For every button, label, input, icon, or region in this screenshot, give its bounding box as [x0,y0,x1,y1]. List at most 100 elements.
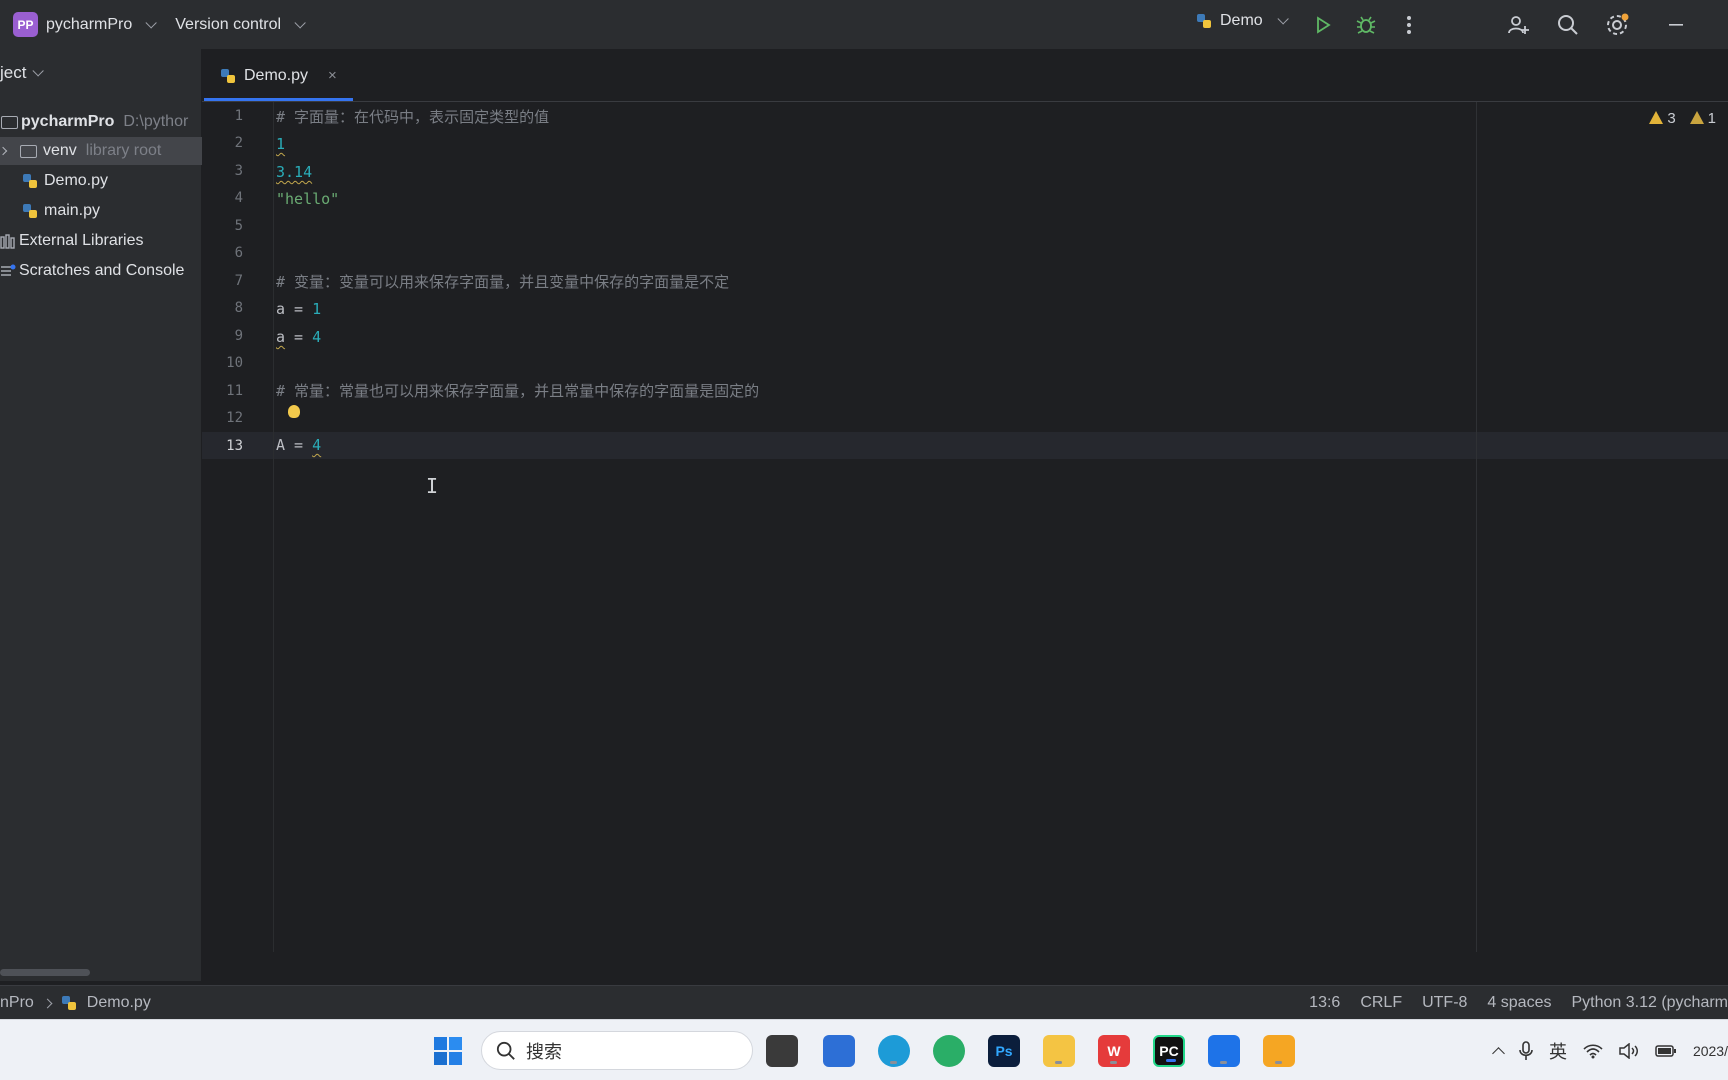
run-config-selector[interactable]: Demo [1196,12,1289,30]
start-button[interactable] [432,1035,464,1067]
python-file-icon [23,174,37,188]
python-file-icon [61,996,76,1010]
tree-item-venv[interactable]: venv library root [0,137,202,165]
line-number: 11 [226,383,243,399]
identifier: A [276,436,286,454]
breadcrumb-file[interactable]: Demo.py [87,994,151,1012]
lightbulb-icon[interactable] [288,405,300,418]
volume-icon[interactable] [1619,1043,1639,1059]
pycharm-window: PP pycharmPro Version control Demo ject … [0,0,1728,1080]
chevron-down-icon [145,16,158,29]
current-line-highlight [202,432,1728,459]
chevron-up-icon[interactable] [1492,1047,1505,1060]
ime-indicator[interactable]: 英 [1549,1038,1567,1064]
minimize-icon [1669,24,1683,26]
chevron-down-icon [1277,13,1289,25]
tab-label: Demo.py [244,66,309,84]
right-margin-guide [1476,102,1477,952]
text-cursor-icon: I [426,474,439,498]
tree-item-pycharmpro[interactable]: pycharmPro D:\pythor [0,108,202,136]
more-actions-button[interactable] [1396,12,1422,38]
code-line-8: a = 1 [276,296,321,323]
code-with-me-button[interactable] [1505,12,1531,38]
line-number: 4 [234,190,243,206]
wechat-icon[interactable] [933,1035,965,1067]
settings-button[interactable] [1604,12,1630,38]
mail-icon[interactable] [823,1035,855,1067]
kebab-icon [1407,16,1411,34]
chevron-right-icon [42,998,53,1008]
python-icon [1197,14,1211,28]
photoshop-icon[interactable]: Ps [988,1035,1020,1067]
file-explorer-icon[interactable] [1043,1035,1075,1067]
code-line-1: # 字面量：在代码中，表示固定类型的值 [276,108,550,126]
wps-office-icon[interactable]: W [1098,1035,1130,1067]
tree-item-scratches[interactable]: Scratches and Console [0,257,202,285]
python-file-icon [23,204,37,218]
pycharm-icon[interactable]: PC [1153,1035,1185,1067]
breadcrumb-project[interactable]: nPro [0,994,34,1012]
project-switcher[interactable]: pycharmPro [46,15,158,34]
minimize-button[interactable] [1663,12,1689,38]
vcs-menu[interactable]: Version control [175,15,306,34]
status-widgets: 13:6 CRLF UTF-8 4 spaces Python 3.12 (py… [1309,994,1728,1012]
breadcrumb: nPro Demo.py [0,994,151,1012]
warnings-count: 3 [1649,110,1676,127]
line-number-gutter: 1 2 3 4 5 6 7 8 9 10 11 12 13 [202,102,274,952]
battery-icon[interactable] [1655,1043,1677,1059]
edge-browser-icon[interactable] [878,1035,910,1067]
tree-item-main-py[interactable]: main.py [0,197,202,225]
line-separator[interactable]: CRLF [1360,994,1402,1012]
python-file-icon [221,68,235,83]
tree-item-external-libraries[interactable]: External Libraries [0,227,202,255]
tree-item-label: pycharmPro [21,113,115,130]
windows-logo-icon [434,1037,462,1065]
inspection-widget[interactable]: 3 1 [1649,110,1716,127]
file-encoding[interactable]: UTF-8 [1422,994,1467,1012]
operator: = [285,328,313,346]
clock[interactable]: 2023/ [1693,1043,1728,1059]
search-button[interactable] [1555,12,1581,38]
number-literal: 4 [312,436,322,454]
project-badge[interactable]: PP [13,12,38,37]
project-name: pycharmPro [46,15,133,33]
debug-button[interactable] [1353,12,1379,38]
pinned-app-icon[interactable] [1263,1035,1295,1067]
taskbar-search[interactable]: 搜索 [481,1031,753,1070]
tree-item-demo-py[interactable]: Demo.py [0,167,202,195]
code-line-12: # 常量：常量也可以用来保存字面量，并且常量中保存的字面量是固定的 [276,382,760,400]
search-placeholder: 搜索 [526,1041,562,1062]
chevron-right-icon [0,146,8,156]
python-interpreter[interactable]: Python 3.12 (pycharm [1571,994,1728,1012]
indent-setting[interactable]: 4 spaces [1487,994,1551,1012]
code-editor[interactable]: 1 2 3 4 5 6 7 8 9 10 11 12 13 # 字面量：在代码中… [202,102,1728,952]
tree-item-label: External Libraries [19,232,144,249]
search-icon [1558,15,1578,35]
tree-item-label: Demo.py [44,172,109,189]
line-number-current: 13 [226,438,243,454]
windows-taskbar: 搜索 Ps W PC 英 2023/ [0,1019,1728,1080]
line-number: 2 [234,135,243,151]
task-view-icon[interactable] [766,1035,798,1067]
folder-icon [1,115,18,129]
project-panel-header[interactable]: ject [0,63,45,83]
close-icon[interactable]: × [328,67,337,84]
status-bar: nPro Demo.py 13:6 CRLF UTF-8 4 spaces Py… [0,985,1728,1019]
code-line-2: 1 [276,135,286,153]
microphone-icon[interactable] [1519,1041,1533,1061]
code-line-13: A = 4 [276,432,321,459]
pinned-app-icon[interactable] [1208,1035,1240,1067]
scratches-icon [1,264,16,276]
play-icon [1317,16,1331,34]
tree-item-label: venv [43,142,77,159]
wifi-icon[interactable] [1583,1043,1603,1059]
caret-position[interactable]: 13:6 [1309,994,1340,1012]
tab-demo-py[interactable]: Demo.py × [202,49,351,102]
run-button[interactable] [1310,12,1336,38]
library-icon [0,234,15,249]
panel-scrollbar[interactable] [0,969,90,976]
vcs-label: Version control [175,15,282,33]
chevron-down-icon [32,65,45,77]
number-literal: 1 [312,300,322,318]
code-line-7: # 变量：变量可以用来保存字面量，并且变量中保存的字面量是不定 [276,273,730,291]
